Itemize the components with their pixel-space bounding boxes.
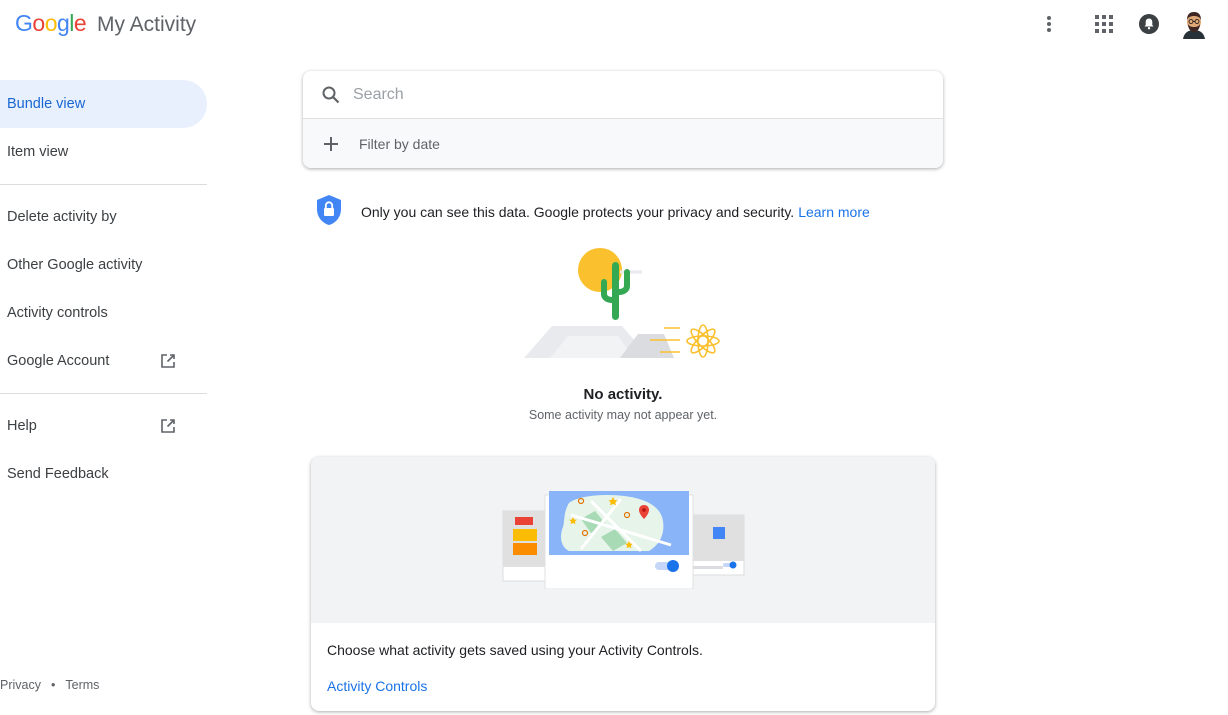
search-input[interactable]	[353, 85, 893, 104]
filter-by-date-button[interactable]: Filter by date	[303, 119, 943, 168]
shield-lock-icon	[315, 194, 343, 229]
sidebar-item-label: Item view	[7, 144, 69, 160]
learn-more-link[interactable]: Learn more	[798, 204, 870, 220]
logo-letter: g	[56, 10, 70, 36]
activity-controls-illustration	[501, 489, 746, 590]
activity-controls-card: Choose what activity gets saved using yo…	[311, 457, 935, 711]
privacy-link[interactable]: Privacy	[0, 678, 41, 692]
sidebar-item-label: Help	[7, 418, 37, 434]
sidebar-item-label: Other Google activity	[7, 257, 143, 273]
sidebar-item-send-feedback[interactable]: Send Feedback	[0, 450, 208, 498]
apps-grid-icon[interactable]	[1091, 11, 1117, 37]
sidebar-item-label: Delete activity by	[7, 209, 117, 225]
app-header: Google My Activity	[0, 0, 1228, 50]
sidebar-item-google-account[interactable]: Google Account	[0, 337, 208, 385]
sidebar-item-bundle-view[interactable]: Bundle view	[0, 80, 207, 128]
nav-divider	[0, 393, 207, 394]
sidebar-item-activity-controls[interactable]: Activity controls	[0, 289, 208, 337]
logo-letter: o	[32, 10, 45, 36]
open-in-new-icon	[160, 418, 176, 434]
logo-letter: e	[73, 10, 87, 36]
sidebar-item-item-view[interactable]: Item view	[0, 128, 208, 176]
footer-links: Privacy • Terms	[0, 678, 99, 692]
search-icon[interactable]	[321, 85, 341, 105]
plus-icon	[321, 134, 341, 154]
sidebar-nav: Bundle view Item view Delete activity by…	[0, 80, 208, 498]
nav-divider	[0, 184, 207, 185]
google-logo[interactable]: Google	[15, 10, 87, 37]
footer-separator: •	[50, 678, 56, 692]
privacy-notice: Only you can see this data. Google prote…	[315, 194, 870, 229]
app-title: My Activity	[97, 13, 197, 36]
activity-controls-description: Choose what activity gets saved using yo…	[327, 642, 703, 658]
more-vert-icon[interactable]	[1036, 11, 1062, 37]
notifications-icon[interactable]	[1136, 11, 1162, 37]
logo-letter: o	[44, 10, 58, 36]
sidebar-item-delete-activity[interactable]: Delete activity by	[0, 193, 208, 241]
search-card: Filter by date	[303, 71, 943, 168]
sidebar-item-label: Google Account	[7, 353, 110, 369]
card-illustration-area	[311, 457, 935, 623]
sidebar-item-other-google-activity[interactable]: Other Google activity	[0, 241, 208, 289]
privacy-text: Only you can see this data. Google prote…	[361, 203, 795, 220]
empty-state-subtitle: Some activity may not appear yet.	[528, 408, 718, 422]
desert-cactus-illustration	[520, 240, 730, 365]
logo-letter: G	[15, 10, 33, 36]
sidebar-item-label: Bundle view	[7, 96, 86, 112]
activity-controls-link[interactable]: Activity Controls	[327, 678, 427, 694]
avatar[interactable]	[1179, 9, 1209, 39]
filter-by-date-label: Filter by date	[359, 135, 440, 152]
sidebar-item-label: Activity controls	[7, 305, 108, 321]
sidebar-item-help[interactable]: Help	[0, 402, 208, 450]
open-in-new-icon	[160, 353, 176, 369]
empty-state-title: No activity.	[583, 386, 663, 403]
terms-link[interactable]: Terms	[65, 678, 99, 692]
sidebar-item-label: Send Feedback	[7, 466, 109, 482]
search-bar	[303, 71, 943, 119]
